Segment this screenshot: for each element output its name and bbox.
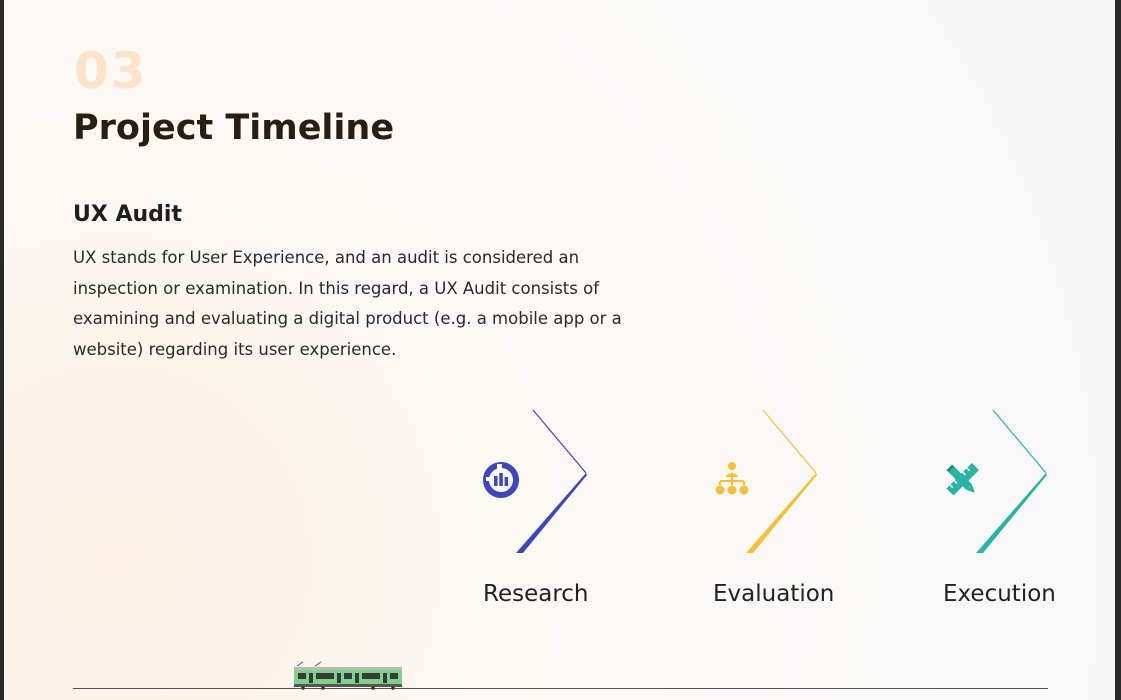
timeline-step-research: Research [483,405,683,625]
page-title: Project Timeline [73,108,395,148]
step-label: Evaluation [713,581,835,607]
timeline-step-execution: Execution [943,405,1115,625]
window-edge [1115,0,1121,700]
timeline-step-evaluation: Evaluation [713,405,913,625]
section-heading: UX Audit [73,202,182,227]
step-label: Execution [943,581,1056,607]
chart-circle-icon [483,462,519,498]
step-label: Research [483,581,589,607]
hierarchy-icon [715,462,749,495]
section-number: 03 [74,42,148,100]
chevron-arrow-icon [746,409,817,553]
chevron-arrow-icon [976,409,1047,553]
section-body: UX stands for User Experience, and an au… [73,248,622,359]
footer-line [73,688,1048,689]
slide: 03 Project Timeline UX Audit UX stands f… [4,0,1115,700]
train-icon [294,661,402,690]
ruler-pencil-icon [946,463,979,496]
chevron-arrow-icon [516,409,587,553]
